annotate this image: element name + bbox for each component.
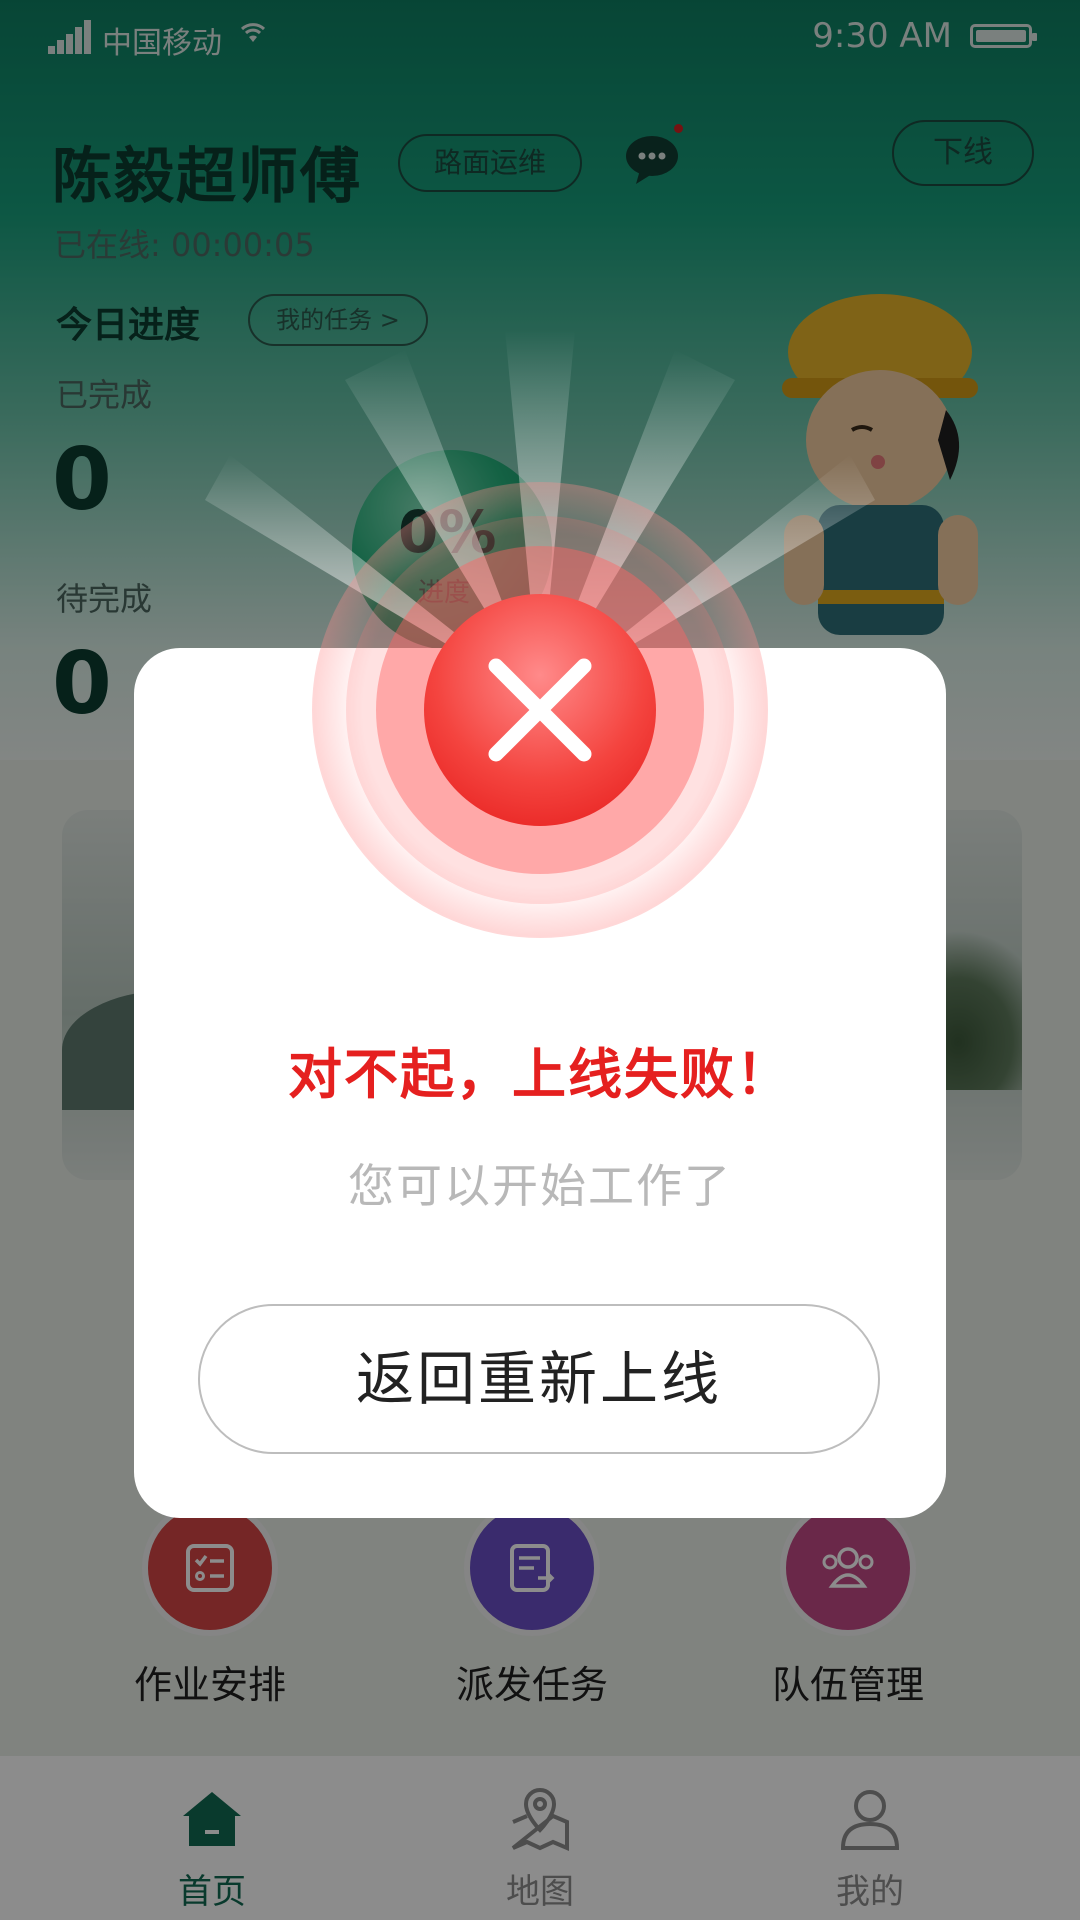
dialog-subtitle: 您可以开始工作了 [348,1159,732,1213]
dialog-title: 对不起，上线失败！ [288,1043,792,1106]
retry-online-button[interactable]: 返回重新上线 [198,1304,880,1454]
close-icon [424,594,656,826]
